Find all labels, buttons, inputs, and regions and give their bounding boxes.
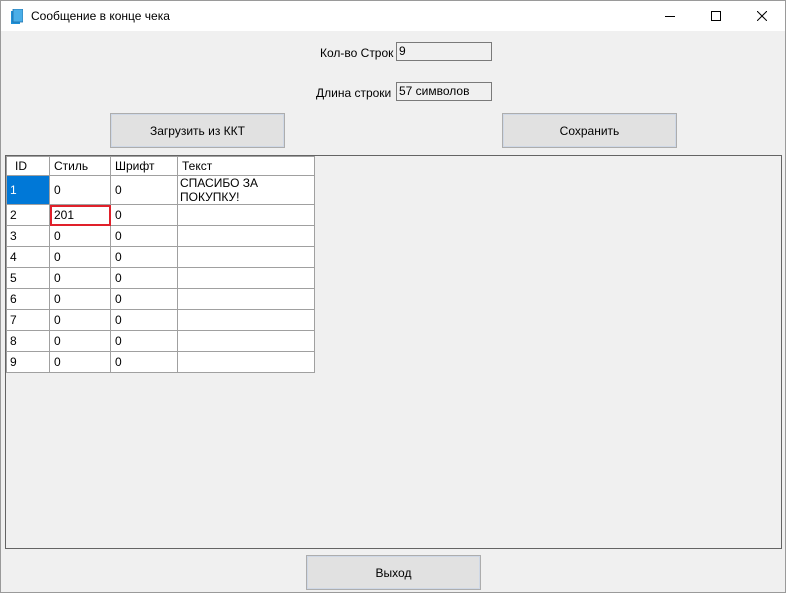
receipt-lines-table: ID Стиль Шрифт Текст 1 0 0 СПАСИБО ЗА ПО… xyxy=(6,156,315,373)
title-bar[interactable]: Сообщение в конце чека xyxy=(1,1,785,31)
cell-style[interactable]: 0 xyxy=(49,330,111,352)
rows-count-label: Кол-во Строк xyxy=(320,46,394,60)
cell-style[interactable]: 0 xyxy=(49,267,111,289)
cell-style[interactable]: 0 xyxy=(49,246,111,268)
cell-id[interactable]: 1 xyxy=(6,175,50,205)
cell-id[interactable]: 3 xyxy=(6,225,50,247)
table-row[interactable]: 1 0 0 СПАСИБО ЗА ПОКУПКУ! xyxy=(6,175,315,205)
table-header-row: ID Стиль Шрифт Текст xyxy=(6,156,315,176)
table-row[interactable]: 3 0 0 xyxy=(6,225,315,247)
cell-id[interactable]: 8 xyxy=(6,330,50,352)
load-from-kkt-button[interactable]: Загрузить из ККТ xyxy=(110,113,285,148)
cell-id[interactable]: 9 xyxy=(6,351,50,373)
app-window: Сообщение в конце чека Кол-во Строк 9 Дл… xyxy=(0,0,786,593)
cell-font[interactable]: 0 xyxy=(110,288,178,310)
line-length-field[interactable]: 57 символов xyxy=(396,82,492,101)
cell-text[interactable] xyxy=(177,225,315,247)
table-row[interactable]: 7 0 0 xyxy=(6,309,315,331)
cell-font[interactable]: 0 xyxy=(110,351,178,373)
cell-style-editing[interactable]: 201 xyxy=(49,204,111,226)
cell-text[interactable] xyxy=(177,351,315,373)
cell-text[interactable]: СПАСИБО ЗА ПОКУПКУ! xyxy=(177,175,315,205)
table-row[interactable]: 5 0 0 xyxy=(6,267,315,289)
cell-font[interactable]: 0 xyxy=(110,225,178,247)
table-row[interactable]: 2 201 0 xyxy=(6,204,315,226)
cell-style[interactable]: 0 xyxy=(49,225,111,247)
exit-button[interactable]: Выход xyxy=(306,555,481,590)
cell-id[interactable]: 4 xyxy=(6,246,50,268)
cell-text[interactable] xyxy=(177,246,315,268)
cell-style[interactable]: 0 xyxy=(49,351,111,373)
cell-font[interactable]: 0 xyxy=(110,204,178,226)
cell-text[interactable] xyxy=(177,267,315,289)
cell-font[interactable]: 0 xyxy=(110,175,178,205)
cell-text[interactable] xyxy=(177,288,315,310)
cell-text[interactable] xyxy=(177,204,315,226)
column-header-text[interactable]: Текст xyxy=(177,156,315,176)
cell-font[interactable]: 0 xyxy=(110,267,178,289)
table-row[interactable]: 6 0 0 xyxy=(6,288,315,310)
column-header-id[interactable]: ID xyxy=(6,156,50,176)
cell-style[interactable]: 0 xyxy=(49,309,111,331)
save-button[interactable]: Сохранить xyxy=(502,113,677,148)
window-title: Сообщение в конце чека xyxy=(31,9,170,23)
close-button[interactable] xyxy=(739,1,785,31)
table-row[interactable]: 4 0 0 xyxy=(6,246,315,268)
cell-text[interactable] xyxy=(177,330,315,352)
cell-text[interactable] xyxy=(177,309,315,331)
rows-count-field[interactable]: 9 xyxy=(396,42,492,61)
document-icon xyxy=(11,9,23,24)
receipt-lines-grid[interactable]: ID Стиль Шрифт Текст 1 0 0 СПАСИБО ЗА ПО… xyxy=(5,155,782,549)
line-length-label: Длина строки xyxy=(316,86,392,100)
cell-font[interactable]: 0 xyxy=(110,246,178,268)
column-header-font[interactable]: Шрифт xyxy=(110,156,178,176)
minimize-icon xyxy=(665,16,675,17)
maximize-button[interactable] xyxy=(693,1,739,31)
cell-style[interactable]: 0 xyxy=(49,288,111,310)
cell-id[interactable]: 5 xyxy=(6,267,50,289)
cell-id[interactable]: 7 xyxy=(6,309,50,331)
cell-id[interactable]: 6 xyxy=(6,288,50,310)
cell-id[interactable]: 2 xyxy=(6,204,50,226)
cell-font[interactable]: 0 xyxy=(110,309,178,331)
minimize-button[interactable] xyxy=(647,1,693,31)
close-icon xyxy=(757,11,767,21)
maximize-icon xyxy=(711,11,721,21)
table-row[interactable]: 9 0 0 xyxy=(6,351,315,373)
column-header-style[interactable]: Стиль xyxy=(49,156,111,176)
cell-style[interactable]: 0 xyxy=(49,175,111,205)
cell-font[interactable]: 0 xyxy=(110,330,178,352)
table-row[interactable]: 8 0 0 xyxy=(6,330,315,352)
